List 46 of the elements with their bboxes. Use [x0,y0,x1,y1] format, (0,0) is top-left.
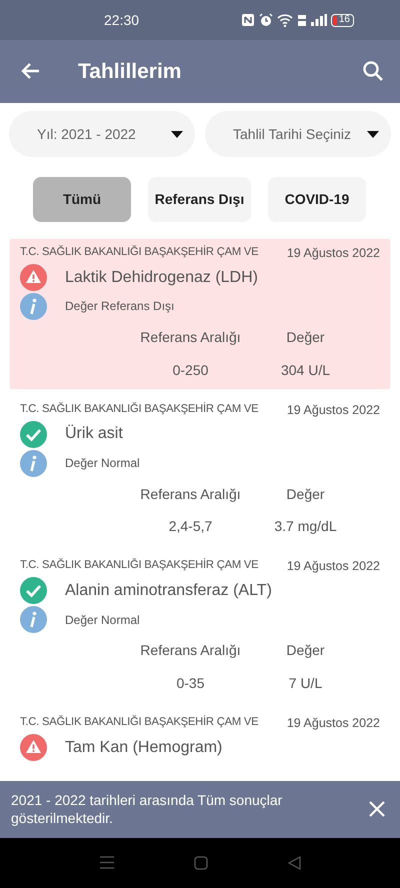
result-date: 19 Ağustos 2022 [286,714,380,732]
nfc-icon [240,13,255,27]
signal-icon [310,14,327,26]
info-icon[interactable] [20,292,47,320]
test-name: Laktik Dehidrogenaz (LDH) [65,268,258,288]
dropdown[interactable]: Yıl: 2021 - 2022 [9,111,195,157]
result-date: 19 Ağustos 2022 [286,245,380,262]
battery-icon: 16 [330,14,354,26]
column-header: Referans Aralığı [139,328,242,347]
institution-name: T.C. SAĞLIK BAKANLIĞI BAŞAKŞEHİR ÇAM VE [20,714,258,730]
search-button[interactable] [362,60,384,84]
dropdown[interactable]: Tahlil Tarihi Seçiniz [205,111,391,157]
column-header: Değer [285,484,326,504]
test-name: Tam Kan (Hemogram) [65,738,222,758]
screen-title: Tahlillerim [78,58,182,85]
column-header: Değer [285,328,326,347]
test-name: Alanin aminotransferaz (ALT) [65,580,272,601]
snackbar-message: 2021 - 2022 tarihleri arasında Tüm sonuçlar gösterilmektedir. [11,792,284,827]
result-value: 7 U/L [288,674,324,693]
test-name: Ürik asit [65,424,123,444]
column-header: Referans Aralığı [139,641,242,660]
filter-tab[interactable]: COVID-19 [268,177,366,222]
result-value: 304 U/L [280,360,332,380]
caret-icon [367,130,379,138]
result-date: 19 Ağustos 2022 [286,402,380,419]
reference-range: 0-250 [172,360,210,380]
column-header: Referans Aralığı [139,484,242,504]
filter-tab[interactable]: Tümü [33,177,131,222]
result-date: 19 Ağustos 2022 [286,558,380,576]
column-header: Değer [285,641,326,660]
status-note: Değer Normal [65,454,140,472]
filter-tab[interactable]: Referans Dışı [148,177,251,222]
wifi-icon [276,14,293,26]
info-icon[interactable] [20,606,47,634]
status-note: Değer Normal [65,612,140,628]
institution-name: T.C. SAĞLIK BAKANLIĞI BAŞAKŞEHİR ÇAM VE [20,245,258,260]
info-icon[interactable] [20,450,47,477]
result-value: 3.7 mg/dL [273,517,338,536]
alarm-icon [258,13,273,27]
reference-range: 0-35 [175,674,206,693]
status-note: Değer Referans Dışı [65,298,174,314]
clock-time: 22:30 [104,10,140,30]
caret-icon [171,130,183,138]
institution-name: T.C. SAĞLIK BAKANLIĞI BAŞAKŞEHİR ÇAM VE [20,402,258,417]
reference-range: 2,4-5,7 [168,517,214,536]
institution-name: T.C. SAĞLIK BAKANLIĞI BAŞAKŞEHİR ÇAM VE [20,558,258,574]
